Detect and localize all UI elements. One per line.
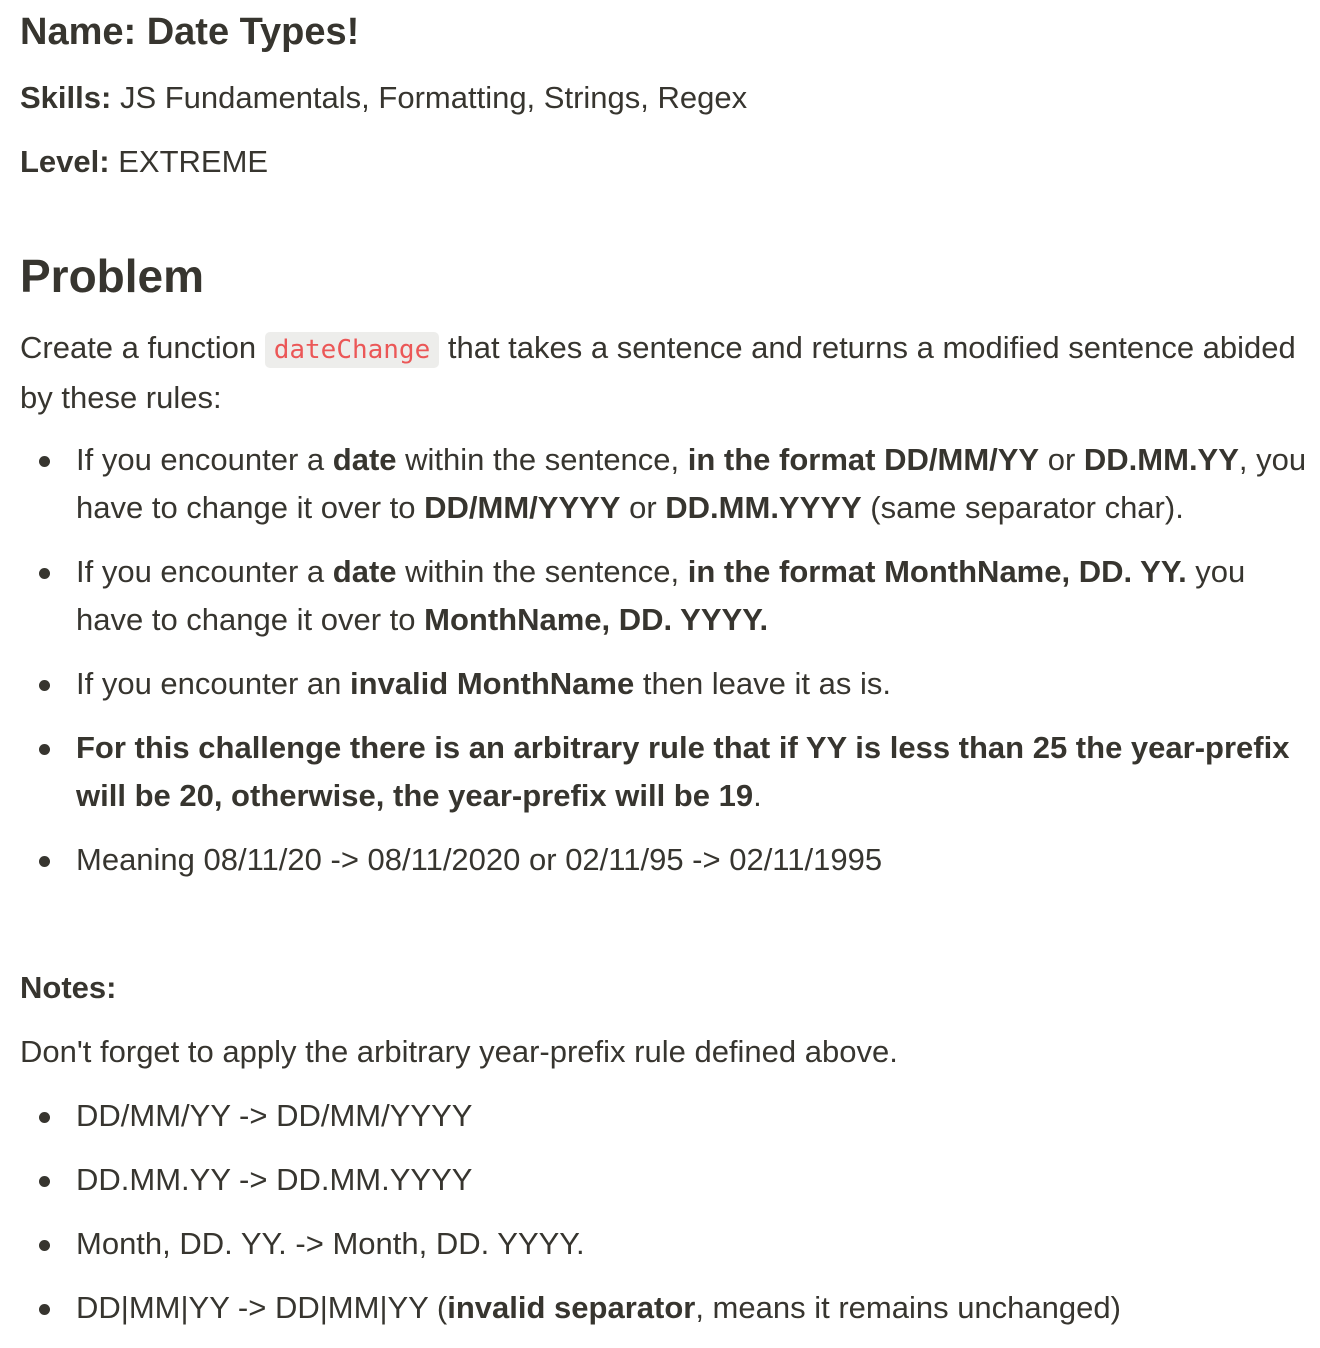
rule-bold: For this challenge there is an arbitrary… (76, 730, 1290, 813)
intro-before: Create a function (20, 330, 265, 365)
rule-text: If you encounter a (76, 554, 333, 589)
level-value: EXTREME (109, 144, 269, 179)
note-item: DD|MM|YY -> DD|MM|YY (invalid separator,… (20, 1284, 1310, 1332)
problem-heading: Problem (20, 250, 205, 302)
rule-item: For this challenge there is an arbitrary… (20, 724, 1310, 820)
rule-text: or (1039, 442, 1084, 477)
rule-bold: date (332, 442, 397, 477)
rule-item: If you encounter a date within the sente… (20, 436, 1310, 532)
rule-text: If you encounter an (76, 666, 351, 701)
problem-intro: Create a function dateChange that takes … (20, 324, 1310, 422)
rule-bold: DD/MM/YYYY (424, 490, 621, 525)
rule-item: If you encounter a date within the sente… (20, 548, 1310, 644)
skills-label: Skills: (20, 80, 112, 115)
rules-list: If you encounter a date within the sente… (20, 436, 1310, 900)
rule-text: Meaning 08/11/20 -> 08/11/2020 or 02/11/… (76, 842, 883, 877)
rule-text: within the sentence, (396, 554, 688, 589)
notes-text: Don't forget to apply the arbitrary year… (20, 1034, 898, 1069)
rule-bold: DD.MM.YYYY (665, 490, 862, 525)
notes-heading: Notes: (20, 970, 117, 1005)
note-item: Month, DD. YY. -> Month, DD. YYYY. (20, 1220, 1310, 1268)
rule-text: (same separator char). (861, 490, 1184, 525)
note-text: DD/MM/YY -> DD/MM/YYYY (76, 1098, 473, 1133)
function-name-code: dateChange (264, 332, 440, 368)
note-text: , means it remains unchanged) (695, 1290, 1121, 1325)
rule-bold: in the format DD/MM/YY (687, 442, 1040, 477)
notes-list: DD/MM/YY -> DD/MM/YYYY DD.MM.YY -> DD.MM… (20, 1092, 1310, 1348)
page-title: Name: Date Types! (20, 11, 360, 53)
rule-text: If you encounter a (76, 442, 333, 477)
rule-text: then leave it as is. (634, 666, 891, 701)
rule-item: If you encounter an invalid MonthName th… (20, 660, 1310, 708)
note-text: Month, DD. YY. -> Month, DD. YYYY. (76, 1226, 585, 1261)
note-text: DD|MM|YY -> DD|MM|YY ( (76, 1290, 448, 1325)
document-page: Name: Date Types! Skills: JS Fundamental… (0, 0, 1320, 1346)
rule-item: Meaning 08/11/20 -> 08/11/2020 or 02/11/… (20, 836, 1310, 884)
rule-bold: date (332, 554, 397, 589)
rule-text: within the sentence, (396, 442, 688, 477)
rule-bold: in the format MonthName, DD. YY. (687, 554, 1187, 589)
rule-text: or (620, 490, 666, 525)
skills-value: JS Fundamentals, Formatting, Strings, Re… (111, 80, 748, 115)
note-item: DD.MM.YY -> DD.MM.YYYY (20, 1156, 1310, 1204)
rule-bold: DD.MM.YY (1083, 442, 1239, 477)
rule-bold: invalid MonthName (350, 666, 635, 701)
rule-bold: MonthName, DD. YYYY. (424, 602, 769, 637)
level-line: Level: EXTREME (20, 138, 268, 186)
rule-text: . (753, 778, 762, 813)
level-label: Level: (20, 144, 110, 179)
note-item: DD/MM/YY -> DD/MM/YYYY (20, 1092, 1310, 1140)
note-bold: invalid separator (447, 1290, 696, 1325)
skills-line: Skills: JS Fundamentals, Formatting, Str… (20, 74, 747, 122)
note-text: DD.MM.YY -> DD.MM.YYYY (76, 1162, 473, 1197)
